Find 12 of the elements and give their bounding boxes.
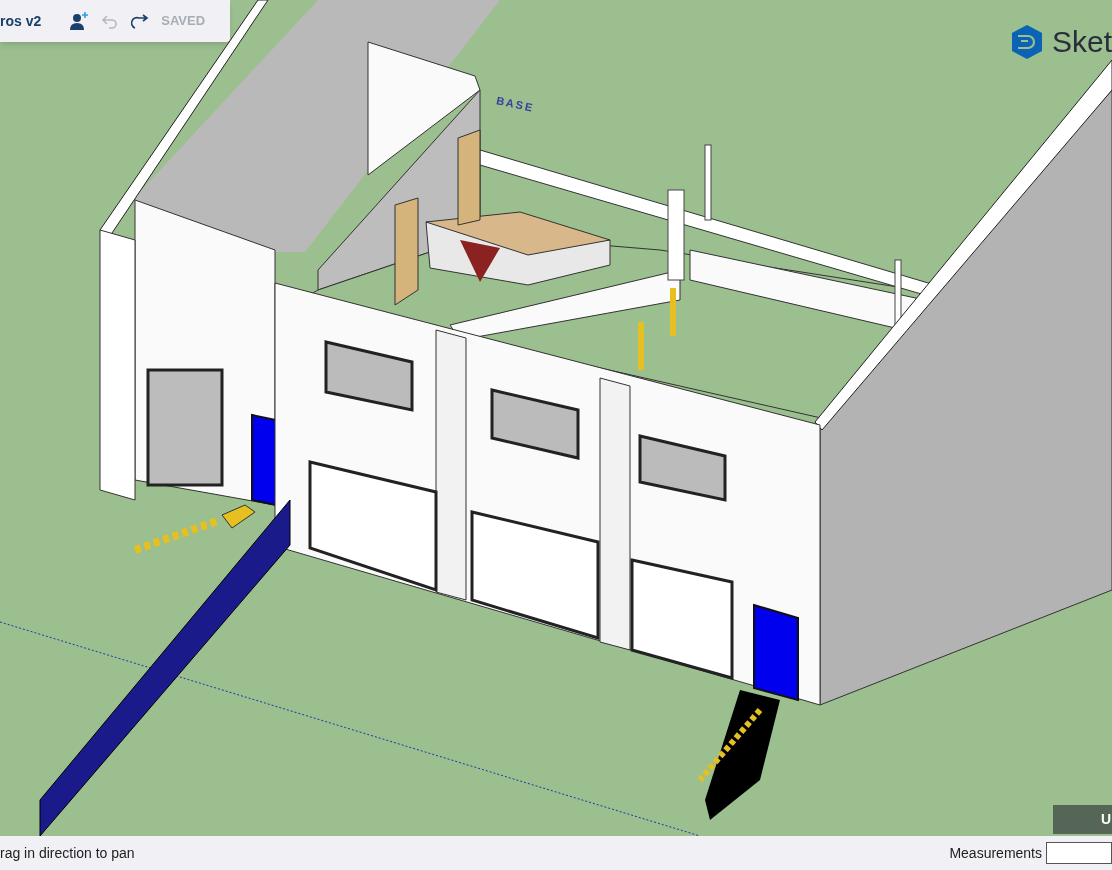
redo-icon[interactable] — [131, 12, 150, 30]
logo-icon — [1009, 24, 1044, 60]
model-title[interactable]: ros v2 — [0, 10, 42, 32]
model-viewport[interactable]: BASE ros v2 SAVED Sket U — [0, 0, 1112, 836]
viewport-button[interactable]: U — [1053, 805, 1112, 834]
measurements-label: Measurements — [949, 843, 1042, 863]
status-hint: rag in direction to pan — [0, 843, 135, 863]
add-user-icon[interactable] — [69, 11, 90, 31]
model-label-text: BASE — [494, 93, 536, 116]
save-status: SAVED — [161, 12, 206, 31]
brand-name: Sket — [1051, 27, 1112, 57]
measurements-field[interactable] — [1046, 842, 1112, 864]
